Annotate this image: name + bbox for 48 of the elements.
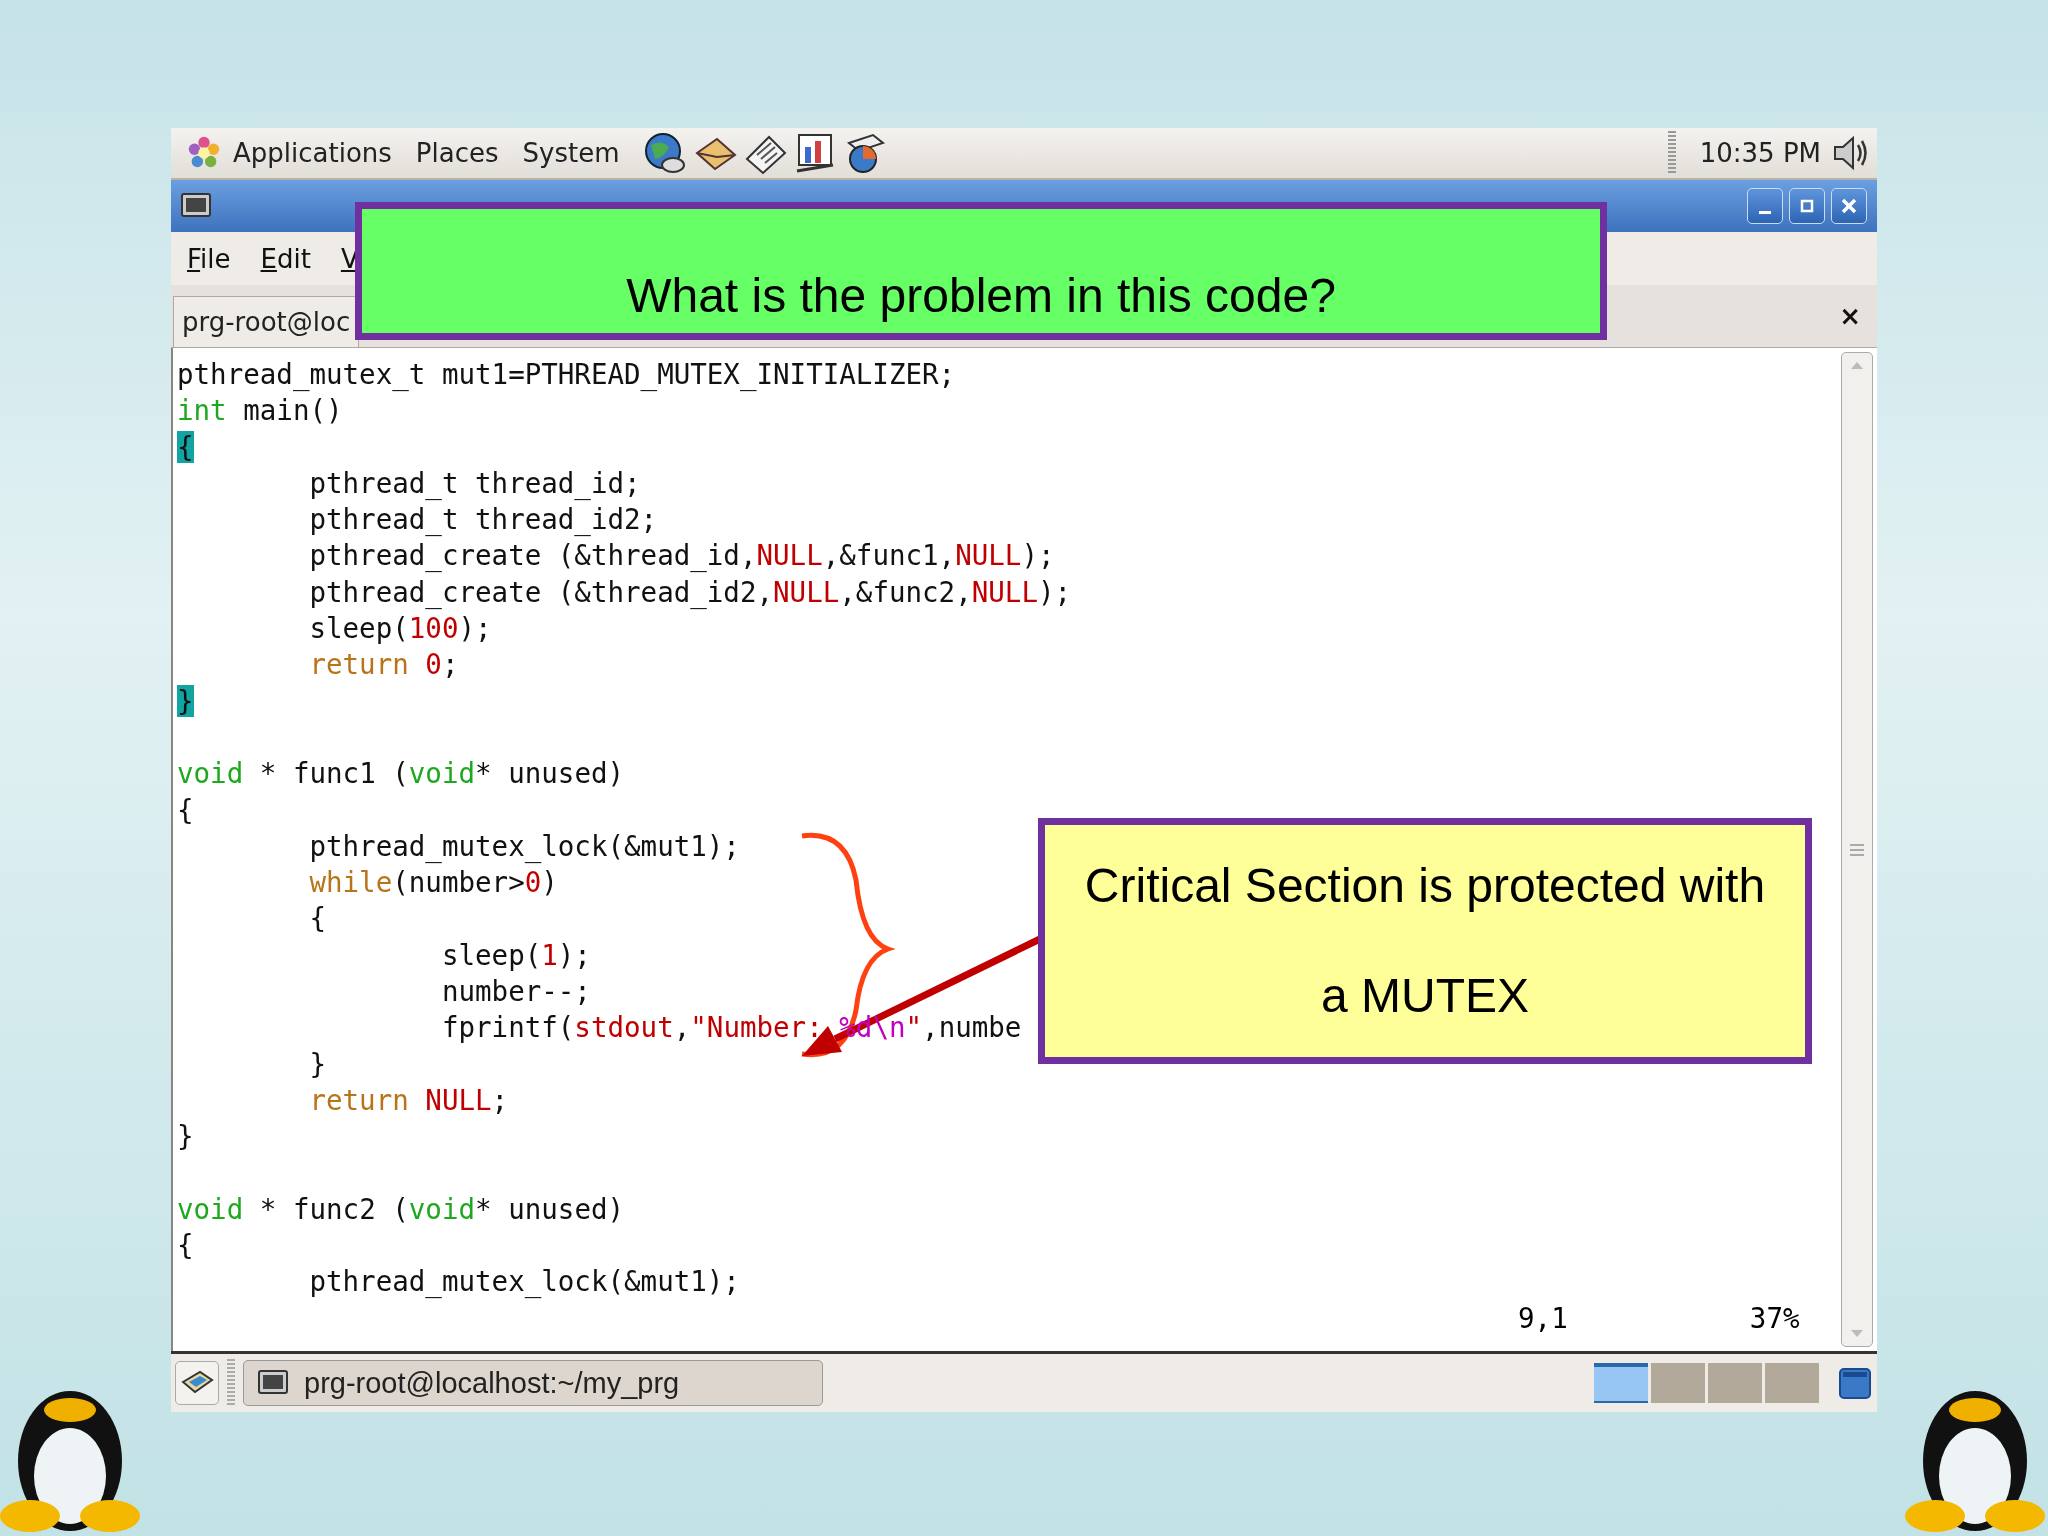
tab-close-button[interactable]: × (1839, 301, 1861, 331)
code-line: pthread_mutex_lock(&mut1); (308, 828, 740, 865)
menu-item[interactable]: File (187, 243, 231, 274)
panel-handle[interactable] (1667, 131, 1676, 175)
close-button[interactable] (1831, 188, 1867, 224)
globe-icon[interactable] (643, 131, 688, 175)
callout-text: Critical Section is protected with a MUTEX (1083, 858, 1767, 1024)
code-line: void * func2 (void* unused) (177, 1191, 625, 1227)
code-line: } (308, 1046, 326, 1082)
cursor-position: 9,1 (1518, 1300, 1568, 1336)
menu-item[interactable]: Edit (260, 243, 311, 274)
taskbar-button[interactable]: prg-root@localhost:~/my_prg (243, 1360, 823, 1406)
panel-menu[interactable]: Places (415, 138, 499, 168)
minimize-button[interactable] (1747, 188, 1783, 224)
code-line: pthread_mutex_lock(&mut1); (308, 1264, 740, 1300)
code-line: { (177, 1228, 194, 1264)
terminal-icon (258, 1370, 288, 1396)
scroll-percent: 37% (1749, 1300, 1800, 1336)
code-line: pthread_create (&thread_id2,NULL,&func2,NULL); (308, 574, 1072, 611)
callout-text: What is the problem in this code? (626, 268, 1336, 323)
code-line: pthread_mutex_t mut1=PTHREAD_MUTEX_INITIALIZER; (177, 357, 956, 393)
code-line: sleep(100); (308, 611, 492, 647)
code-line: int main() (177, 393, 343, 429)
code-line: return NULL; (308, 1082, 509, 1118)
trash-icon[interactable] (1837, 1365, 1873, 1401)
code-line: pthread_t thread_id; (308, 465, 641, 502)
code-line: sleep(1); (440, 937, 591, 973)
terminal-icon (181, 193, 211, 219)
terminal-tab[interactable]: prg-root@loc (173, 296, 360, 347)
clock[interactable]: 10:35 PM (1699, 138, 1821, 168)
code-line: return 0; (308, 647, 459, 683)
code-line: number--; (440, 974, 591, 1010)
minimize-icon (1759, 210, 1771, 214)
code-line: { (177, 792, 194, 828)
panel-menu[interactable]: Applications (233, 138, 392, 168)
scroll-bar[interactable] (1841, 352, 1873, 1347)
show-desktop-button[interactable] (175, 1361, 219, 1405)
code-line: } (177, 1119, 194, 1155)
code-line: pthread_t thread_id2; (308, 502, 658, 538)
code-line: void * func1 (void* unused) (177, 756, 625, 792)
close-icon (1839, 196, 1859, 216)
panel-menu[interactable]: System (522, 138, 620, 168)
code-line: pthread_create (&thread_id,NULL,&func1,NULL); (308, 538, 1055, 574)
maximize-button[interactable] (1789, 188, 1825, 224)
code-line: while(number>0) (308, 865, 558, 901)
workspace-button[interactable] (1594, 1363, 1648, 1403)
code-line: { (308, 901, 326, 937)
panel-handle[interactable] (227, 1359, 235, 1407)
